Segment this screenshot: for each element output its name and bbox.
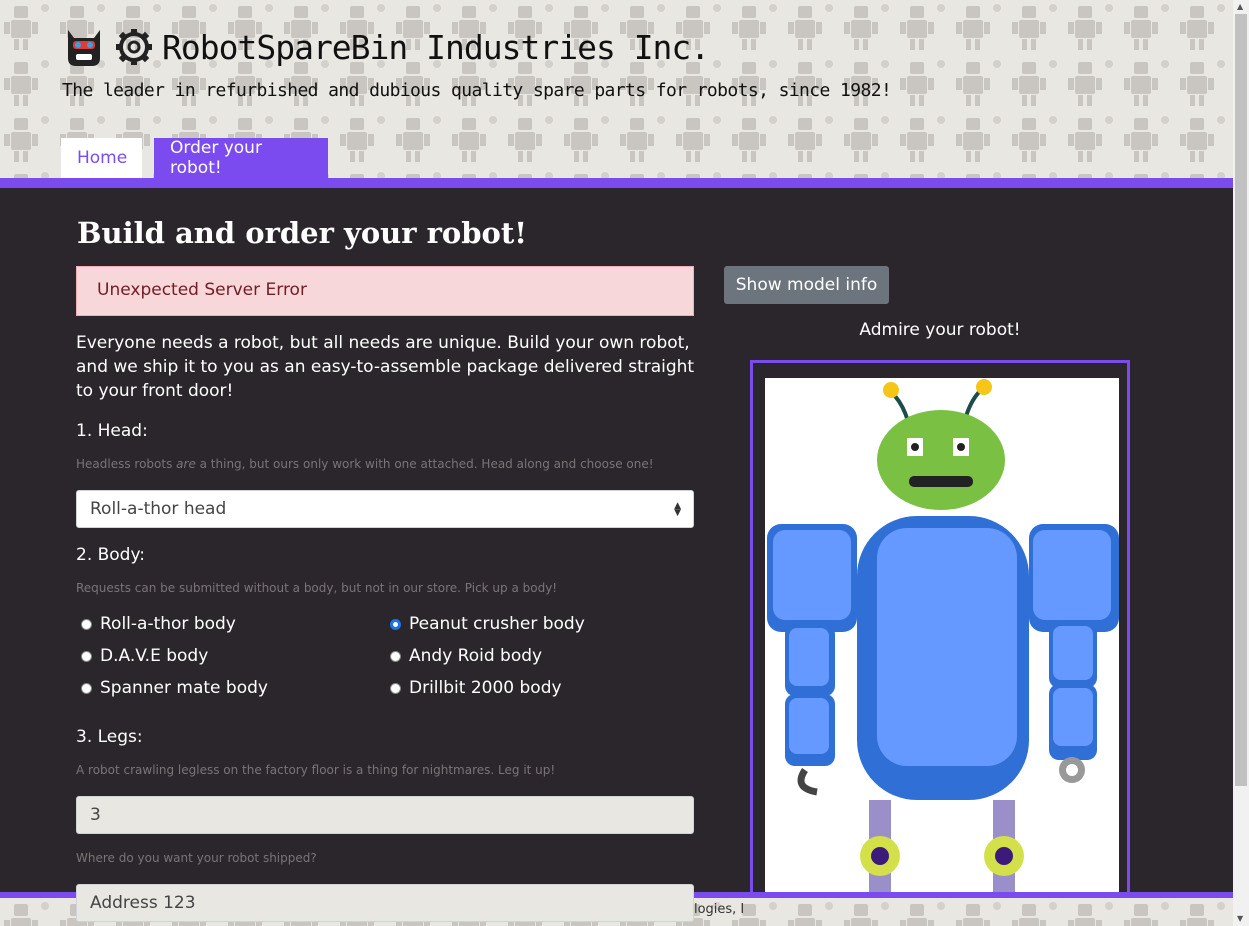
site-header: RobotSpareBin Industries Inc. The leader… — [0, 0, 1233, 178]
body-radio-roll-a-thor[interactable]: Roll-a-thor body — [81, 614, 236, 634]
radio-button[interactable] — [81, 618, 92, 630]
scroll-up-icon[interactable]: ▲ — [1237, 2, 1243, 11]
body-option-label: Roll-a-thor body — [100, 614, 236, 634]
error-alert: Unexpected Server Error — [76, 266, 694, 316]
body-option-label: Peanut crusher body — [409, 614, 585, 634]
nav-underline — [0, 178, 1233, 188]
body-option-label: Drillbit 2000 body — [409, 678, 562, 698]
radio-button[interactable] — [390, 650, 401, 662]
body-radio-andy-roid[interactable]: Andy Roid body — [390, 646, 542, 666]
intro-text: Everyone needs a robot, but all needs ar… — [76, 333, 695, 401]
page-title: Build and order your robot! — [77, 216, 527, 250]
legs-input[interactable]: 3 — [76, 796, 694, 834]
body-option-label: Andy Roid body — [409, 646, 543, 666]
tab-order-your-robot[interactable]: Order your robot! — [154, 138, 328, 178]
body-label: 2. Body: — [76, 545, 146, 565]
radio-button[interactable] — [390, 682, 401, 694]
head-help-emphasis: are — [176, 457, 196, 471]
body-help: Requests can be submitted without a body… — [76, 581, 558, 595]
page: RobotSpareBin Industries Inc. The leader… — [0, 0, 1233, 926]
robot-preview-caption: Admire your robot! — [859, 320, 1021, 340]
tab-home[interactable]: Home — [61, 138, 142, 178]
radio-button-selected[interactable] — [390, 618, 401, 630]
body-option-label: D.A.V.E body — [100, 646, 209, 666]
brand-title: RobotSpareBin Industries Inc. — [162, 27, 710, 67]
brand: RobotSpareBin Industries Inc. — [62, 26, 710, 68]
head-label: 1. Head: — [76, 421, 148, 441]
head-help: Headless robots are a thing, but ours on… — [76, 457, 654, 471]
brand-tagline: The leader in refurbished and dubious qu… — [62, 80, 892, 101]
footer-text: ologies, I — [686, 902, 745, 917]
address-input[interactable]: Address 123 — [76, 884, 694, 922]
gear-logo-icon — [116, 29, 152, 65]
radio-button[interactable] — [81, 650, 92, 662]
robot-illustration — [767, 379, 1119, 926]
body-option-label: Spanner mate body — [100, 678, 268, 698]
head-help-text: Headless robots — [76, 457, 177, 471]
robot-preview-image — [765, 378, 1119, 926]
show-model-info-button[interactable]: Show model info — [724, 266, 889, 304]
head-select-value: Roll-a-thor head — [90, 499, 227, 519]
body-radio-peanut-crusher[interactable]: Peanut crusher body — [390, 614, 585, 634]
scrollbar-thumb[interactable] — [1235, 14, 1247, 786]
robot-logo-icon — [68, 30, 100, 66]
legs-help: A robot crawling legless on the factory … — [76, 763, 556, 777]
legs-label: 3. Legs: — [76, 727, 143, 747]
scroll-down-icon[interactable]: ▼ — [1237, 914, 1243, 923]
body-radio-dave[interactable]: D.A.V.E body — [81, 646, 208, 666]
head-help-text-end: a thing, but ours only work with one att… — [195, 457, 654, 471]
select-arrows-icon: ▲ ▼ — [674, 501, 681, 518]
robot-preview-frame — [750, 360, 1130, 926]
body-radio-drillbit-2000[interactable]: Drillbit 2000 body — [390, 678, 562, 698]
radio-button[interactable] — [81, 682, 92, 694]
body-radio-spanner-mate[interactable]: Spanner mate body — [81, 678, 268, 698]
address-help: Where do you want your robot shipped? — [76, 851, 317, 865]
head-select[interactable]: Roll-a-thor head ▲ ▼ — [76, 490, 694, 528]
